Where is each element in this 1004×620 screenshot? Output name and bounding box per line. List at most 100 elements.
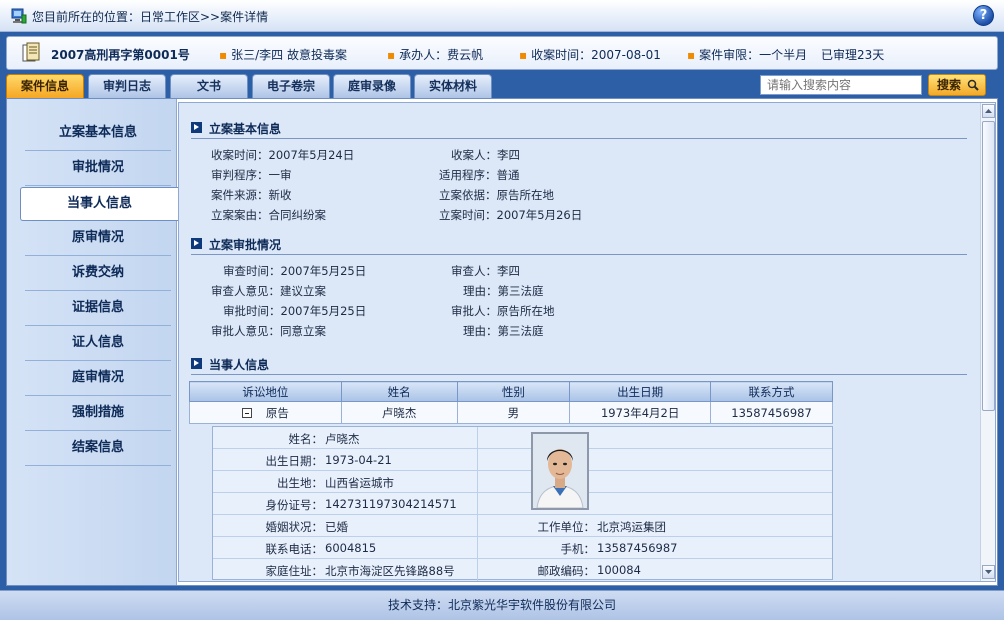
nav-item-evidence[interactable]: 证据信息 xyxy=(19,292,177,326)
table-cell: 13587456987 xyxy=(710,401,833,424)
caret-up-icon xyxy=(985,109,992,113)
tab-case-info[interactable]: 案件信息 xyxy=(6,74,84,98)
scroll-up-button[interactable] xyxy=(982,104,995,118)
vertical-scrollbar[interactable] xyxy=(980,103,995,581)
column-header: 出生日期 xyxy=(569,381,712,402)
receiver: 收案人：李四 xyxy=(451,148,520,162)
section-approval-header: 立案审批情况 xyxy=(191,235,967,255)
table-cell: 1973年4月2日 xyxy=(569,401,712,424)
detail-value: 山西省运城市 xyxy=(325,476,394,490)
party-photo xyxy=(531,432,589,510)
case-number: 2007高刑再字第0001号 xyxy=(51,48,190,62)
footer: 技术支持：北京紫光华宇软件股份有限公司 xyxy=(0,590,1004,620)
content-panel: 立案基本信息 收案时间：2007年5月24日 收案人：李四 审判程序：一审 适用… xyxy=(178,102,996,582)
table-cell: 原告 xyxy=(189,401,342,424)
detail-row: 身份证号： 142731197304214571 xyxy=(213,493,832,515)
nav-item-hearing[interactable]: 庭审情况 xyxy=(19,362,177,396)
location-breadcrumb: 您目前所在的位置：日常工作区>>案件详情 xyxy=(32,10,269,24)
detail-value: 已婚 xyxy=(325,520,348,534)
caret-down-icon xyxy=(985,570,992,574)
table-cell: 卢晓杰 xyxy=(340,401,458,424)
nav-item-witnesses[interactable]: 证人信息 xyxy=(19,327,177,361)
help-button[interactable]: ? xyxy=(973,5,994,26)
tab-trial-log[interactable]: 审判日志 xyxy=(88,74,166,98)
detail-value: 6004815 xyxy=(325,541,377,555)
nav-item-closing[interactable]: 结案信息 xyxy=(19,432,177,466)
detail-label: 家庭住址： xyxy=(265,564,324,578)
approve-time: 审批时间：2007年5月25日 xyxy=(223,304,367,318)
approver-opinion: 审批人意见：同意立案 xyxy=(211,324,326,338)
detail-value: 13587456987 xyxy=(597,541,678,555)
case-handler: ▪ 承办人：费云帆 xyxy=(387,48,484,62)
detail-label: 出生地： xyxy=(277,476,323,490)
side-navigation: 立案基本信息 审批情况 当事人信息 原审情况 诉费交纳 证据信息 证人信息 庭审… xyxy=(7,99,178,585)
location-bar: 您目前所在的位置：日常工作区>>案件详情 ? xyxy=(0,0,1004,32)
nav-item-fees[interactable]: 诉费交纳 xyxy=(19,257,177,291)
column-header: 诉讼地位 xyxy=(189,381,342,402)
detail-label: 婚姻状况： xyxy=(265,520,324,534)
section-parties-header: 当事人信息 xyxy=(191,355,967,375)
tab-physical-materials[interactable]: 实体材料 xyxy=(414,74,492,98)
approve-reason: 理由：第三法庭 xyxy=(463,324,544,338)
tab-hearing-video[interactable]: 庭审录像 xyxy=(333,74,411,98)
arrow-right-icon xyxy=(191,238,202,249)
filing-basis: 立案依据：原告所在地 xyxy=(439,188,554,202)
nav-item-basic-info[interactable]: 立案基本信息 xyxy=(19,117,177,151)
approver: 审批人：原告所在地 xyxy=(451,304,555,318)
nav-item-approval[interactable]: 审批情况 xyxy=(19,152,177,186)
case-source: 案件来源：新收 xyxy=(211,188,292,202)
search-button-label: 搜索 xyxy=(937,78,962,92)
scroll-down-button[interactable] xyxy=(982,565,995,579)
app-window: 您目前所在的位置：日常工作区>>案件详情 ? 2007高刑再字第0001号 ▪ 张… xyxy=(0,0,1004,620)
arrow-right-icon xyxy=(191,122,202,133)
detail-value: 100084 xyxy=(597,563,641,577)
collapse-icon[interactable] xyxy=(241,407,252,418)
detail-row: 出生地： 山西省运城市 xyxy=(213,471,832,493)
reviewer: 审查人：李四 xyxy=(451,264,520,278)
computer-icon xyxy=(11,8,27,24)
detail-row: 家庭住址： 北京市海淀区先锋路88号 邮政编码： 100084 xyxy=(213,559,832,581)
review-reason: 理由：第三法庭 xyxy=(463,284,544,298)
section-title: 立案基本信息 xyxy=(209,122,282,136)
nav-item-parties[interactable]: 当事人信息 xyxy=(20,187,178,221)
reviewer-opinion: 审查人意见：建议立案 xyxy=(211,284,326,298)
table-header-row: 诉讼地位 姓名 性别 出生日期 联系方式 xyxy=(189,381,833,402)
section-title: 立案审批情况 xyxy=(209,238,282,252)
search-button[interactable]: 搜索 xyxy=(928,74,986,96)
case-elapsed: 已审理23天 xyxy=(821,48,885,62)
detail-value: 北京市海淀区先锋路88号 xyxy=(325,564,455,578)
case-received-time: ▪ 收案时间：2007-08-01 xyxy=(519,48,661,62)
search-input[interactable] xyxy=(760,75,922,95)
detail-value: 1973-04-21 xyxy=(325,453,392,467)
person-photo-icon xyxy=(533,434,587,509)
detail-label: 工作单位： xyxy=(537,520,596,534)
section-basic-info-header: 立案基本信息 xyxy=(191,119,967,139)
detail-row: 婚姻状况： 已婚 工作单位： 北京鸿运集团 xyxy=(213,515,832,537)
detail-row: 联系电话： 6004815 手机： 13587456987 xyxy=(213,537,832,559)
detail-label: 手机： xyxy=(560,542,596,556)
applicable-procedure: 适用程序：普通 xyxy=(439,168,520,182)
tab-electronic-files[interactable]: 电子卷宗 xyxy=(252,74,330,98)
detail-label: 邮政编码： xyxy=(537,564,596,578)
filing-cause: 立案案由：合同纠纷案 xyxy=(211,208,326,222)
received-time: 收案时间：2007年5月24日 xyxy=(211,148,355,162)
column-header: 联系方式 xyxy=(710,381,833,402)
table-row[interactable]: 原告 卢晓杰 男 1973年4月2日 13587456987 xyxy=(189,401,833,424)
case-deadline: ▪ 案件审限：一个半月 xyxy=(687,48,808,62)
parties-table: 诉讼地位 姓名 性别 出生日期 联系方式 原告 卢晓杰 男 1973年4月2日 … xyxy=(189,381,833,424)
detail-label: 姓名： xyxy=(288,432,324,446)
nav-item-original-trial[interactable]: 原审情况 xyxy=(19,222,177,256)
scroll-thumb[interactable] xyxy=(982,121,995,411)
nav-item-enforcement[interactable]: 强制措施 xyxy=(19,397,177,431)
section-title: 当事人信息 xyxy=(209,358,270,372)
detail-label: 身份证号： xyxy=(265,498,324,512)
trial-procedure: 审判程序：一审 xyxy=(211,168,292,182)
search-icon xyxy=(967,79,979,91)
detail-value: 北京鸿运集团 xyxy=(597,520,666,534)
column-header: 性别 xyxy=(456,381,571,402)
table-cell: 男 xyxy=(456,401,571,424)
detail-value: 卢晓杰 xyxy=(325,432,360,446)
tab-documents[interactable]: 文书 xyxy=(170,74,248,98)
detail-row: 出生日期： 1973-04-21 xyxy=(213,449,832,471)
column-header: 姓名 xyxy=(340,381,458,402)
